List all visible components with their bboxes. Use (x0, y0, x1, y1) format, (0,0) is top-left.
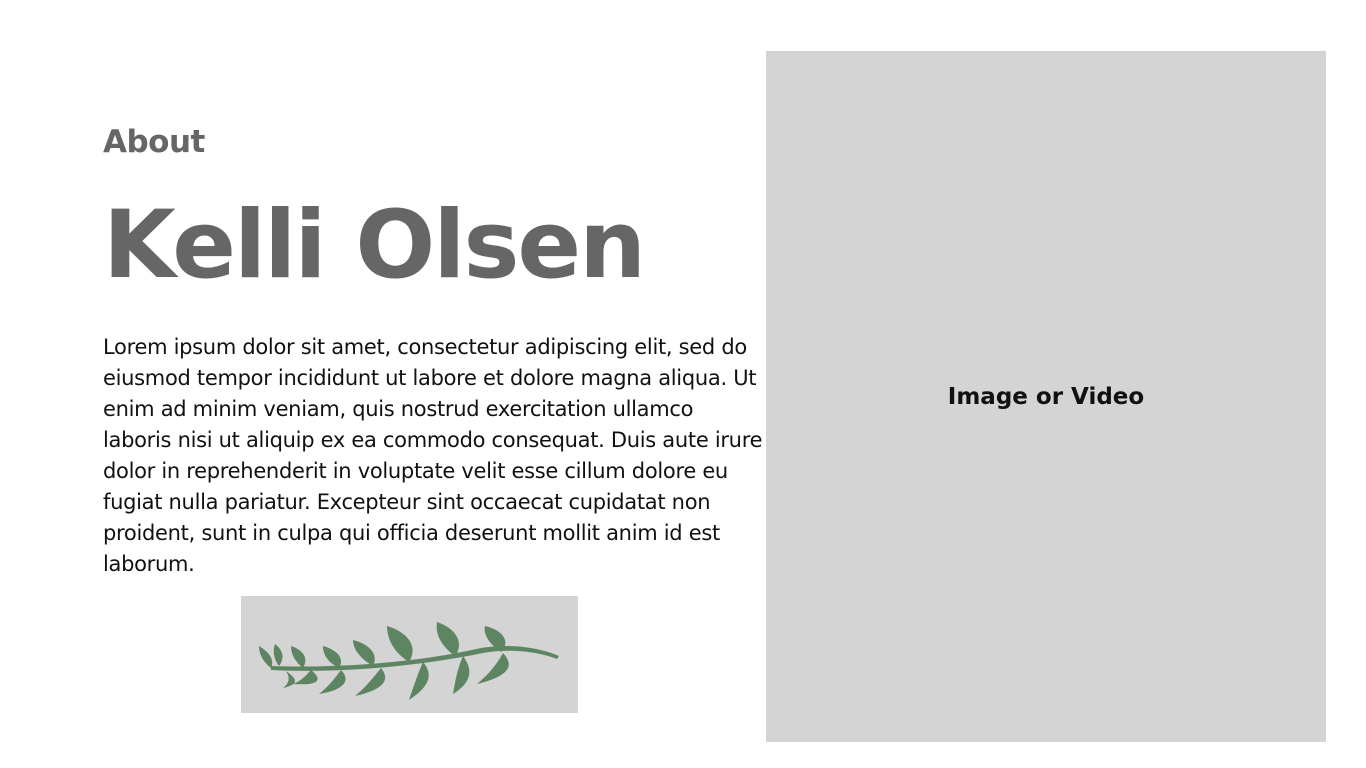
media-placeholder[interactable]: Image or Video (766, 51, 1326, 742)
leaf-decoration-frame (241, 596, 578, 713)
leaf-branch-icon (259, 622, 559, 700)
bio-paragraph: Lorem ipsum dolor sit amet, consectetur … (103, 335, 763, 576)
name-heading: Kelli Olsen (103, 191, 646, 300)
media-placeholder-label: Image or Video (947, 384, 1145, 410)
section-label: About (103, 124, 205, 160)
